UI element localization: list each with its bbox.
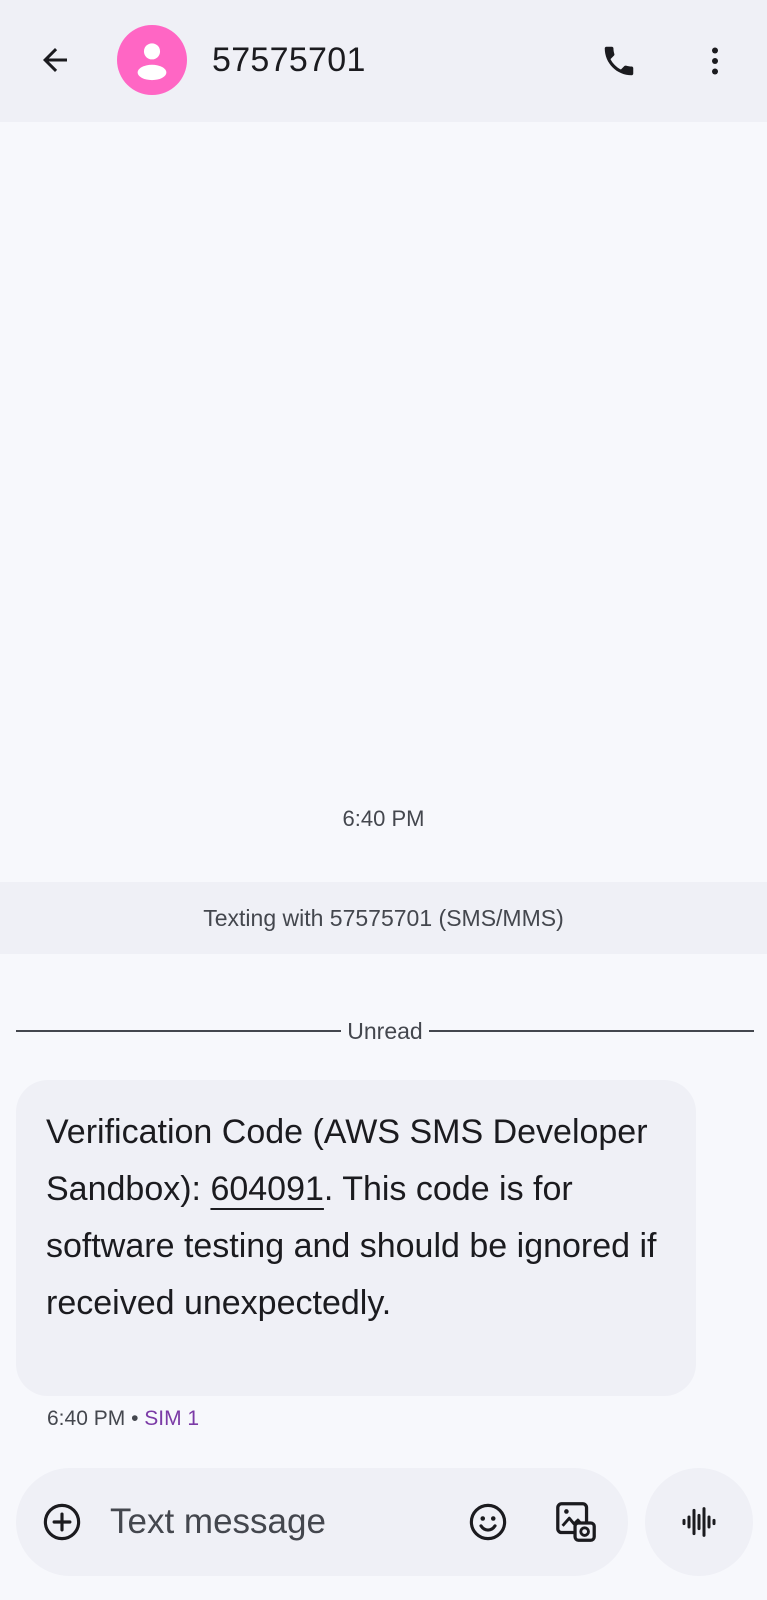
message-bubble[interactable]: Verification Code (AWS SMS Developer San… bbox=[16, 1080, 696, 1396]
gallery-icon bbox=[556, 1502, 596, 1542]
call-button[interactable] bbox=[594, 36, 644, 86]
sim-label: SIM 1 bbox=[144, 1407, 200, 1430]
emoji-icon bbox=[469, 1503, 507, 1541]
add-attachment-button[interactable] bbox=[38, 1498, 86, 1546]
gallery-button[interactable] bbox=[550, 1496, 602, 1548]
contact-name[interactable]: 57575701 bbox=[212, 40, 366, 80]
message-meta: 6:40 PM • SIM 1 bbox=[47, 1407, 199, 1431]
voice-message-button[interactable] bbox=[645, 1468, 753, 1576]
divider-line bbox=[428, 1030, 754, 1032]
compose-bar: Text message bbox=[16, 1468, 628, 1576]
add-circle-icon bbox=[43, 1503, 81, 1541]
arrow-back-icon bbox=[43, 48, 67, 72]
unread-label: Unread bbox=[347, 1017, 423, 1044]
top-app-bar: 57575701 bbox=[0, 0, 767, 122]
text-message-input[interactable]: Text message bbox=[110, 1501, 326, 1543]
more-vert-icon bbox=[712, 47, 718, 75]
divider-line bbox=[16, 1030, 342, 1032]
avatar[interactable] bbox=[117, 25, 187, 95]
message-time: 6:40 PM bbox=[47, 1407, 126, 1430]
conversation-timestamp: 6:40 PM bbox=[342, 806, 425, 831]
phone-icon bbox=[604, 46, 634, 76]
person-icon bbox=[137, 43, 167, 81]
voice-waveform-icon bbox=[682, 1507, 716, 1537]
meta-separator: • bbox=[131, 1407, 139, 1430]
verification-code-link[interactable]: 604091 bbox=[210, 1170, 323, 1208]
emoji-button[interactable] bbox=[464, 1498, 512, 1546]
back-button[interactable] bbox=[30, 35, 80, 85]
more-options-button[interactable] bbox=[690, 36, 740, 86]
texting-with-banner: Texting with 57575701 (SMS/MMS) bbox=[0, 882, 767, 954]
unread-divider: Unread bbox=[16, 1016, 754, 1046]
